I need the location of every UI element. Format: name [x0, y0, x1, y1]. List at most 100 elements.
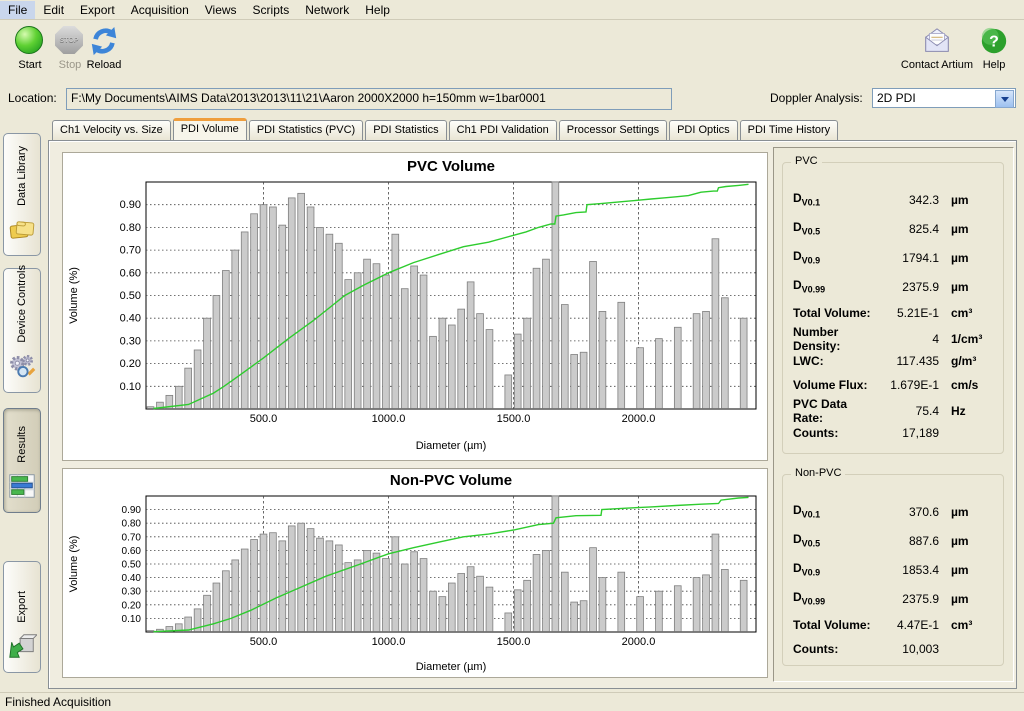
- histogram-bar: [185, 368, 192, 408]
- histogram-bar: [335, 243, 342, 408]
- histogram-bar: [703, 311, 710, 408]
- y-tick-label: 0.90: [120, 199, 141, 211]
- menu-file[interactable]: File: [0, 1, 35, 19]
- y-tick-label: 0.50: [122, 560, 142, 571]
- stat-label: DV0.5: [793, 532, 873, 548]
- histogram-bar: [514, 590, 521, 632]
- toolbar: Start STOP Stop Reload: [0, 20, 1024, 84]
- reload-button[interactable]: Reload: [76, 24, 132, 71]
- x-tick-label: 2000.0: [622, 413, 656, 425]
- y-tick-label: 0.50: [120, 290, 141, 302]
- y-tick-label: 0.60: [122, 546, 142, 557]
- sidebar-tab-export[interactable]: Export: [3, 561, 41, 673]
- doppler-analysis-select[interactable]: 2D PDI: [872, 88, 1016, 108]
- menu-edit[interactable]: Edit: [35, 1, 72, 19]
- stat-row-total-volume: Total Volume:5.21E-1cm³: [793, 301, 995, 325]
- folders-icon: [7, 214, 37, 249]
- y-axis-label: Volume (%): [68, 536, 80, 593]
- contact-artium-button[interactable]: Contact Artium: [898, 24, 976, 71]
- sidebar-tab-device-controls[interactable]: Device Controls: [3, 268, 41, 393]
- contact-artium-label: Contact Artium: [901, 59, 973, 71]
- menu-export[interactable]: Export: [72, 1, 123, 19]
- menu-scripts[interactable]: Scripts: [245, 1, 298, 19]
- x-axis-label: Diameter (µm): [416, 440, 487, 452]
- stat-row-pvc-data-rate: PVC Data Rate:75.4Hz: [793, 397, 995, 421]
- histogram-bar: [448, 325, 455, 408]
- histogram-bar: [373, 553, 380, 631]
- tab-processor-settings[interactable]: Processor Settings: [559, 120, 667, 140]
- histogram-bar: [674, 586, 681, 632]
- stat-value: 10,003: [873, 642, 945, 656]
- help-button[interactable]: ? Help: [966, 24, 1022, 71]
- histogram-bar: [721, 569, 728, 631]
- tab-ch1-velocity-vs-size[interactable]: Ch1 Velocity vs. Size: [52, 120, 171, 140]
- stats-panel: PVC DV0.1342.3µmDV0.5825.4µmDV0.91794.1µ…: [773, 147, 1014, 682]
- y-tick-label: 0.10: [120, 381, 141, 393]
- envelope-icon: [922, 26, 952, 56]
- tab-pdi-time-history[interactable]: PDI Time History: [740, 120, 839, 140]
- chart-title: PVC Volume: [407, 158, 495, 175]
- histogram-bar: [345, 563, 352, 632]
- histogram-bar: [354, 273, 361, 409]
- tab-ch1-pdi-validation[interactable]: Ch1 PDI Validation: [449, 120, 557, 140]
- histogram-bar: [458, 309, 465, 408]
- tab-pdi-volume[interactable]: PDI Volume: [173, 118, 247, 141]
- histogram-bar: [571, 602, 578, 631]
- stat-unit: µm: [945, 193, 995, 207]
- x-tick-label: 500.0: [250, 636, 278, 648]
- sidebar-tab-results[interactable]: Results: [3, 408, 41, 513]
- histogram-bar: [241, 232, 248, 409]
- tab-pdi-optics[interactable]: PDI Optics: [669, 120, 738, 140]
- menu-help[interactable]: Help: [357, 1, 398, 19]
- stat-row-dv0-99: DV0.992375.9µm: [793, 272, 995, 301]
- stat-label: Counts:: [793, 642, 873, 656]
- y-tick-label: 0.70: [122, 532, 142, 543]
- stat-label: PVC Data Rate:: [793, 397, 873, 425]
- menu-acquisition[interactable]: Acquisition: [123, 1, 197, 19]
- stat-row-number-density: Number Density:41/cm³: [793, 325, 995, 349]
- histogram-bar: [439, 597, 446, 632]
- histogram-bar: [147, 631, 154, 632]
- histogram-bar: [270, 207, 277, 409]
- doppler-dropdown-button[interactable]: [995, 90, 1014, 108]
- stat-row-dv0-1: DV0.1342.3µm: [793, 185, 995, 214]
- y-tick-label: 0.90: [122, 505, 142, 516]
- histogram-bar: [674, 327, 681, 408]
- histogram-bar: [533, 268, 540, 408]
- reload-icon: [89, 26, 119, 56]
- stat-label: DV0.9: [793, 249, 873, 265]
- y-tick-label: 0.30: [120, 335, 141, 347]
- x-tick-label: 500.0: [250, 413, 278, 425]
- stat-label: Counts:: [793, 426, 873, 440]
- stat-label: LWC:: [793, 354, 873, 368]
- stat-value: 4.47E-1: [873, 618, 945, 632]
- histogram-bar: [411, 552, 418, 632]
- stat-unit: µm: [945, 563, 995, 577]
- tab-pdi-statistics[interactable]: PDI Statistics: [365, 120, 446, 140]
- menu-views[interactable]: Views: [197, 1, 245, 19]
- tab-pdi-statistics-pvc[interactable]: PDI Statistics (PVC): [249, 120, 363, 140]
- location-bar: Location: F:\My Documents\AIMS Data\2013…: [0, 86, 1024, 112]
- histogram-bar: [383, 275, 390, 408]
- stat-value: 1853.4: [873, 563, 945, 577]
- histogram-bar: [232, 250, 239, 408]
- reload-button-label: Reload: [87, 59, 122, 71]
- pdi-volume-tab-page: PVC Volume0.100.200.300.400.500.600.700.…: [48, 140, 1017, 689]
- help-button-label: Help: [983, 59, 1006, 71]
- stat-label: Total Volume:: [793, 306, 873, 320]
- histogram-bar: [740, 580, 747, 631]
- menu-network[interactable]: Network: [297, 1, 357, 19]
- histogram-bar: [505, 613, 512, 632]
- histogram-bar: [430, 336, 437, 408]
- y-tick-label: 0.80: [122, 519, 142, 530]
- menu-bar: FileEditExportAcquisitionViewsScriptsNet…: [0, 0, 1024, 20]
- histogram-bar: [345, 280, 352, 409]
- y-tick-label: 0.80: [120, 222, 141, 234]
- doppler-analysis-value: 2D PDI: [877, 91, 916, 105]
- histogram-bar: [561, 572, 568, 631]
- location-input[interactable]: F:\My Documents\AIMS Data\2013\2013\11\2…: [66, 88, 672, 110]
- stat-value: 75.4: [873, 404, 945, 418]
- sidebar-tab-data-library[interactable]: Data Library: [3, 133, 41, 256]
- start-icon: [15, 26, 43, 54]
- histogram-bar: [552, 496, 559, 632]
